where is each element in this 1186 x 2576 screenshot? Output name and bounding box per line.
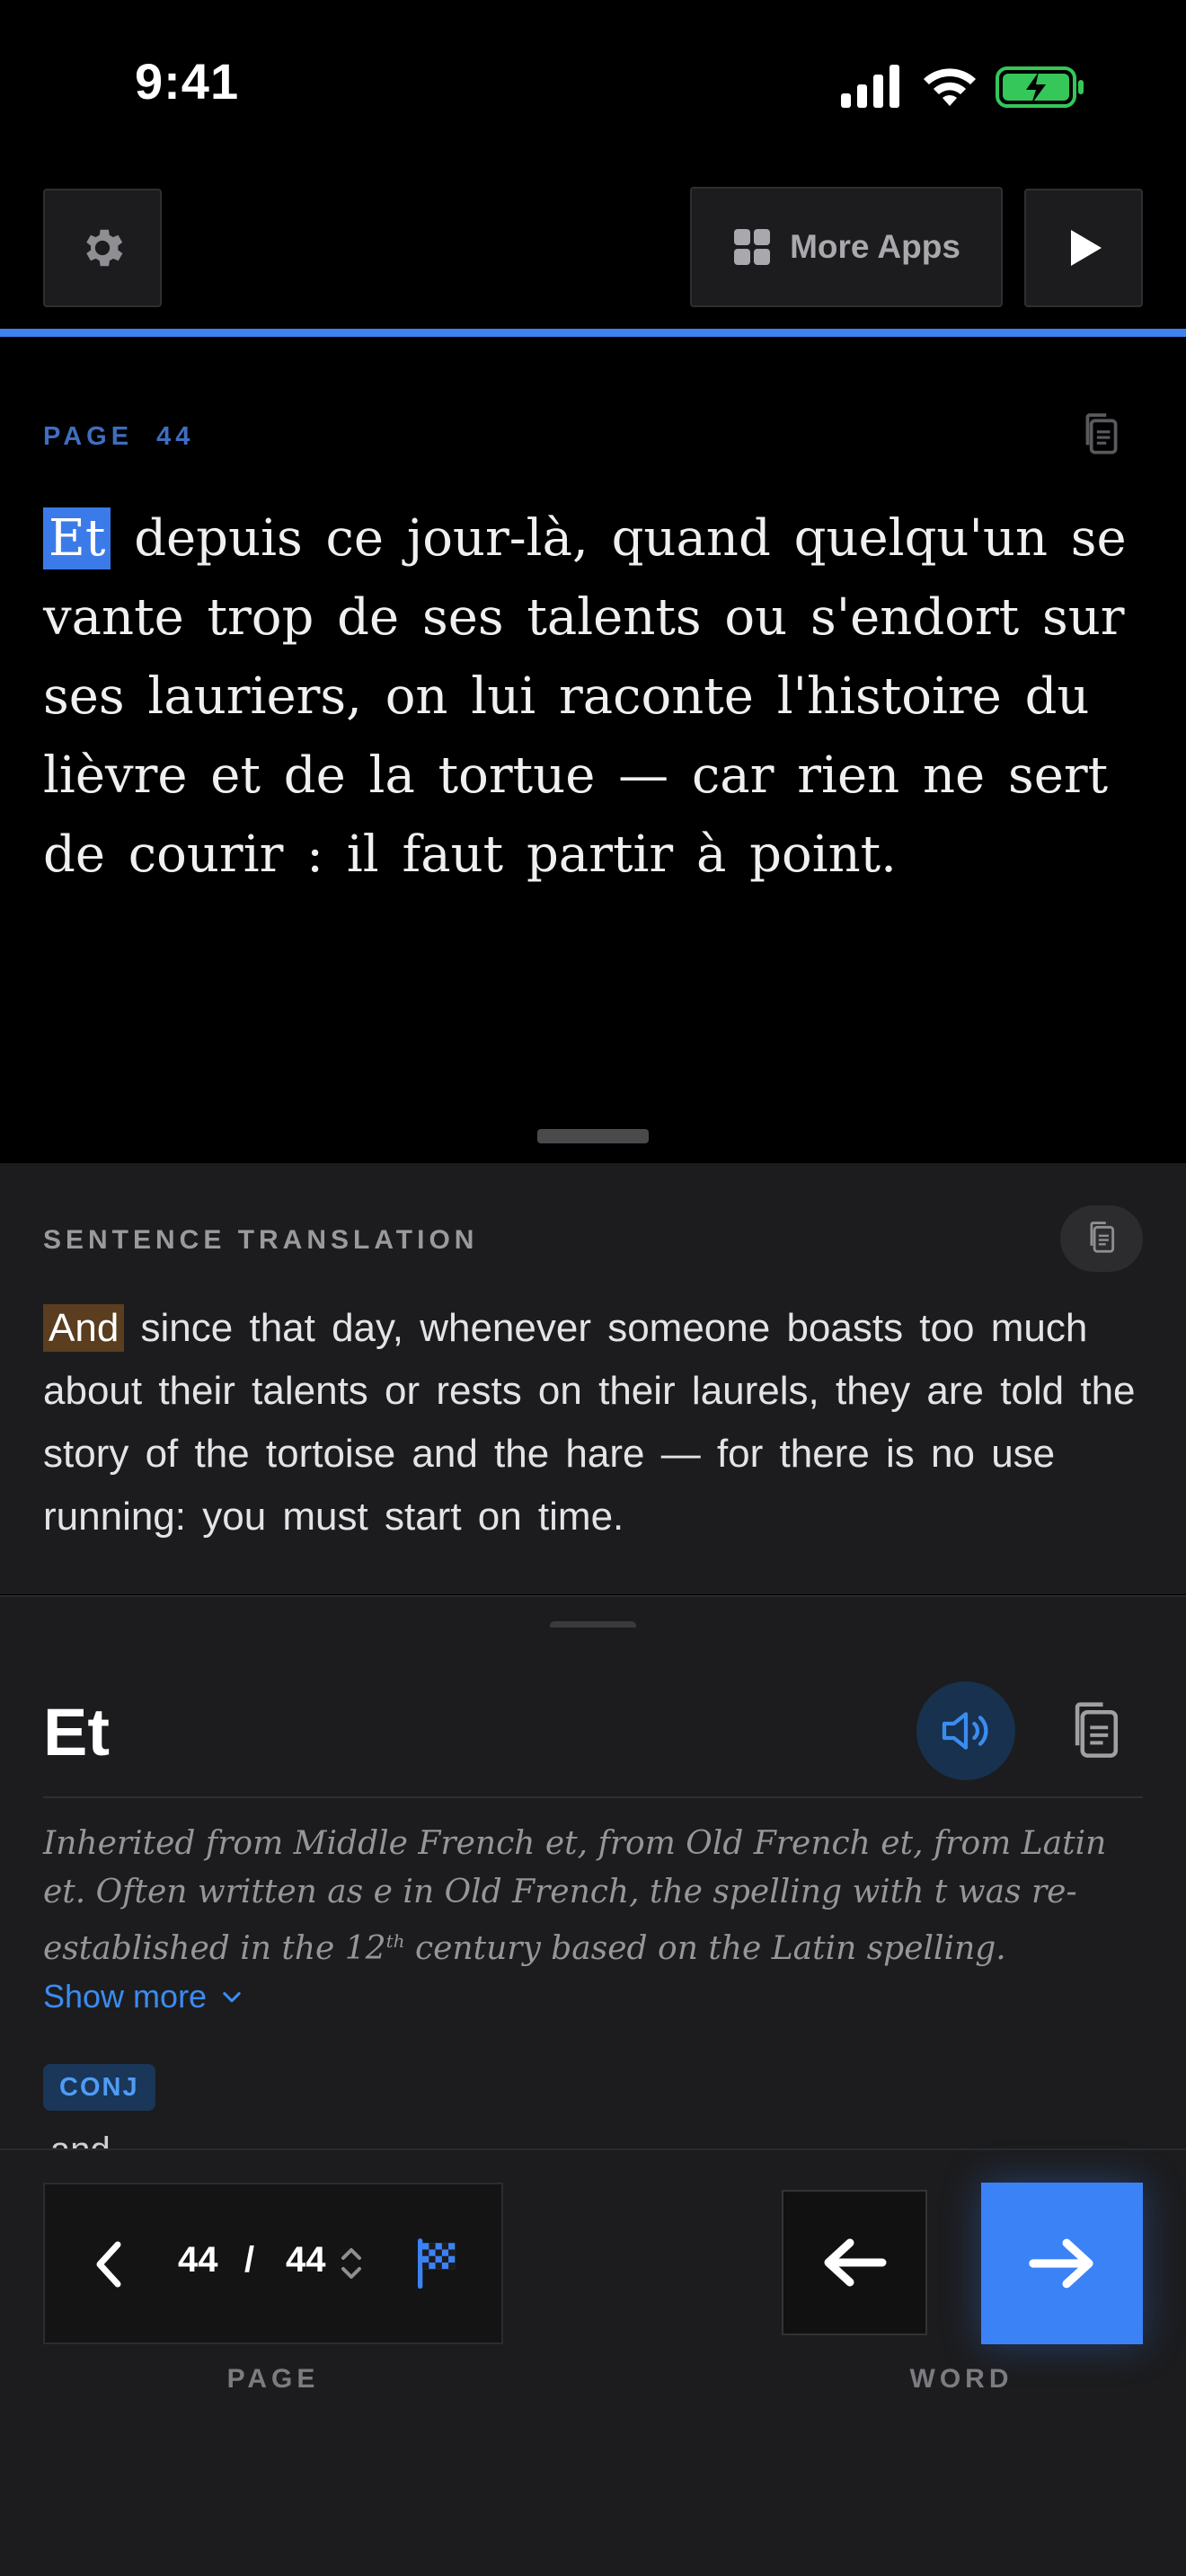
total-pages[interactable]: 44 [286, 2240, 326, 2280]
source-text-body[interactable]: depuis ce jour-là, quand quelqu'un se va… [43, 509, 1127, 884]
previous-page-button[interactable] [77, 2233, 140, 2296]
definition-text-cutoff: and [50, 2130, 122, 2148]
highlighted-word[interactable]: Et [43, 507, 111, 569]
speaker-icon [942, 1712, 988, 1750]
show-more-link[interactable]: Show more [43, 1978, 244, 2016]
wifi-icon [924, 68, 976, 106]
previous-word-button[interactable] [782, 2190, 927, 2335]
part-of-speech-badge: CONJ [43, 2064, 155, 2111]
arrow-right-icon [1029, 2238, 1093, 2289]
play-button[interactable] [1024, 189, 1143, 307]
chevron-down-icon [223, 1991, 241, 2003]
translation-label: SENTENCE TRANSLATION [43, 1225, 479, 1255]
more-apps-label: More Apps [790, 228, 960, 265]
show-more-label: Show more [43, 1978, 208, 2015]
page-label: PAGE 44 [43, 422, 195, 451]
play-icon [1071, 230, 1102, 266]
etymology-text: Inherited from Middle French et, from Ol… [43, 1825, 1107, 1967]
current-page-number[interactable]: 44 [178, 2240, 218, 2280]
translation-text-body: since that day, whenever someone boasts … [43, 1306, 1136, 1539]
chevron-left-icon [96, 2241, 121, 2288]
signal-icon [841, 65, 899, 108]
panel-drag-handle[interactable] [537, 1129, 649, 1143]
word-caption: WORD [909, 2364, 1013, 2394]
word-title: Et [43, 1695, 110, 1769]
status-icons [841, 65, 1084, 108]
gear-icon [86, 229, 123, 267]
arrow-left-icon [824, 2238, 887, 2287]
reading-progress-bar [0, 329, 1186, 337]
copy-translation-button[interactable] [1060, 1205, 1143, 1272]
pronounce-button[interactable] [916, 1681, 1015, 1780]
next-word-button[interactable] [981, 2183, 1143, 2344]
divider [43, 1796, 1143, 1798]
more-apps-button[interactable]: More Apps [690, 187, 1003, 307]
stepper-icon[interactable] [340, 2245, 363, 2281]
grid-icon [734, 229, 771, 265]
checkered-flag-icon[interactable] [412, 2236, 464, 2289]
source-text: Et depuis ce jour-là, quand quelqu'un se… [43, 499, 1148, 895]
page-caption: PAGE [226, 2364, 320, 2394]
status-time: 9:41 [135, 53, 240, 110]
translation-text: And since that day, whenever someone boa… [43, 1297, 1150, 1570]
settings-button[interactable] [43, 189, 162, 307]
highlighted-translation-word: And [43, 1304, 125, 1352]
copy-icon [1090, 1222, 1115, 1253]
copy-icon[interactable] [1078, 411, 1123, 460]
page-separator: / [244, 2240, 255, 2280]
battery-icon [996, 66, 1084, 108]
copy-icon[interactable] [1064, 1699, 1127, 1766]
